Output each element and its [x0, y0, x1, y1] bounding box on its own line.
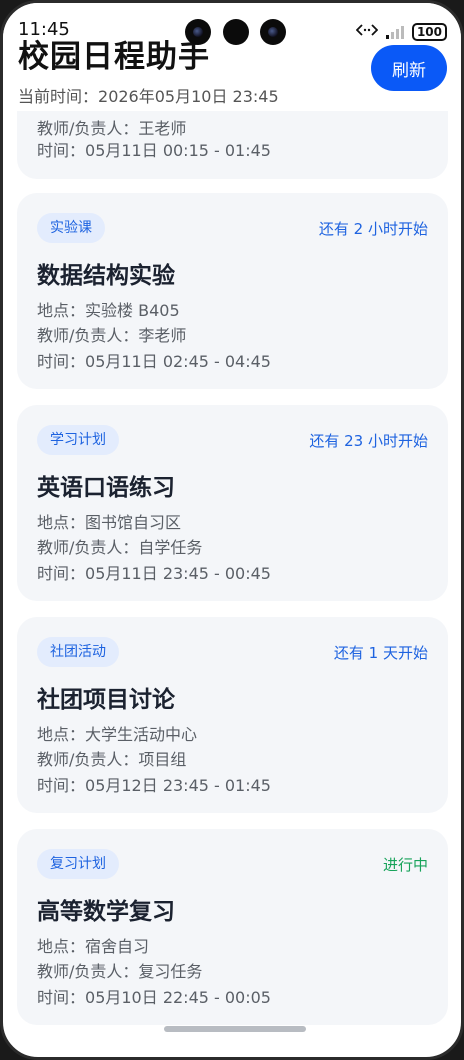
card-time: 时间：05月10日 22:45 - 00:05 [37, 984, 271, 1008]
location-value: 大学生活动中心 [85, 725, 198, 744]
category-tag: 复习计划 [37, 849, 119, 879]
teacher-label: 教师/负责人： [37, 538, 139, 557]
card-time: 时间：05月11日 02:45 - 04:45 [37, 348, 271, 372]
teacher-label: 教师/负责人： [37, 326, 139, 345]
time-label: 时间： [37, 564, 86, 583]
sensor-icon [223, 19, 249, 45]
time-value: 05月10日 22:45 - 00:05 [85, 988, 271, 1007]
signal-icon [385, 25, 404, 39]
category-tag: 实验课 [37, 213, 105, 243]
schedule-card[interactable]: 复习计划 进行中 高等数学复习 地点：宿舍自习 教师/负责人：复习任务 时间：0… [17, 829, 448, 1025]
event-title: 社团项目讨论 [37, 687, 175, 713]
card-teacher: 教师/负责人：项目组 [37, 746, 186, 770]
time-value: 05月11日 23:45 - 00:45 [85, 564, 271, 583]
teacher-value: 王老师 [138, 119, 187, 138]
card-location: 地点：大学生活动中心 [37, 721, 197, 745]
camera-icon [185, 19, 211, 45]
event-title: 英语口语练习 [37, 475, 175, 501]
schedule-card[interactable]: 学习计划 还有 23 小时开始 英语口语练习 地点：图书馆自习区 教师/负责人：… [17, 405, 448, 601]
card-time: 时间：05月11日 23:45 - 00:45 [37, 560, 271, 584]
teacher-label: 教师/负责人： [37, 119, 139, 138]
time-value: 05月11日 00:15 - 01:45 [85, 141, 271, 160]
status-text: 还有 1 天开始 [333, 644, 428, 662]
schedule-list[interactable]: 教师/负责人：王老师 时间：05月11日 00:15 - 01:45 实验课 还… [3, 3, 461, 1057]
card-teacher: 教师/负责人：自学任务 [37, 534, 202, 558]
time-label: 时间： [37, 352, 86, 371]
status-time: 11:45 [18, 19, 70, 40]
location-label: 地点： [37, 301, 86, 320]
time-label: 时间： [37, 988, 86, 1007]
current-time-value: 2026年05月10日 23:45 [98, 87, 279, 106]
time-label: 时间： [37, 776, 86, 795]
time-value: 05月12日 23:45 - 01:45 [85, 776, 271, 795]
location-value: 实验楼 B405 [85, 301, 180, 320]
card-teacher: 教师/负责人：李老师 [37, 322, 186, 346]
teacher-value: 自学任务 [138, 538, 203, 557]
data-transfer-icon [355, 23, 379, 41]
location-label: 地点： [37, 725, 86, 744]
time-label: 时间： [37, 141, 86, 160]
schedule-card[interactable]: 社团活动 还有 1 天开始 社团项目讨论 地点：大学生活动中心 教师/负责人：项… [17, 617, 448, 813]
teacher-value: 复习任务 [138, 962, 203, 981]
status-bar: 11:45 100 [3, 3, 461, 53]
phone-screen: 教师/负责人：王老师 时间：05月11日 00:15 - 01:45 实验课 还… [0, 0, 464, 1060]
event-title: 数据结构实验 [37, 263, 175, 289]
category-tag: 社团活动 [37, 637, 119, 667]
status-text: 还有 23 小时开始 [309, 432, 428, 450]
status-icons: 100 [355, 23, 447, 41]
teacher-label: 教师/负责人： [37, 962, 139, 981]
card-teacher: 教师/负责人：王老师 [37, 115, 186, 139]
card-location: 地点：宿舍自习 [37, 933, 149, 957]
location-label: 地点： [37, 937, 86, 956]
status-text: 还有 2 小时开始 [318, 220, 428, 238]
camera-icon [260, 19, 286, 45]
time-value: 05月11日 02:45 - 04:45 [85, 352, 271, 371]
home-indicator[interactable] [164, 1026, 306, 1032]
location-value: 宿舍自习 [85, 937, 150, 956]
current-time: 当前时间：2026年05月10日 23:45 [18, 83, 279, 107]
card-location: 地点：图书馆自习区 [37, 509, 181, 533]
card-time: 时间：05月11日 00:15 - 01:45 [37, 137, 271, 161]
location-value: 图书馆自习区 [85, 513, 182, 532]
card-teacher: 教师/负责人：复习任务 [37, 958, 202, 982]
teacher-value: 项目组 [138, 750, 187, 769]
battery-icon: 100 [411, 23, 447, 41]
status-text: 进行中 [382, 856, 428, 874]
card-location: 地点：实验楼 B405 [37, 297, 180, 321]
teacher-label: 教师/负责人： [37, 750, 139, 769]
location-label: 地点： [37, 513, 86, 532]
category-tag: 学习计划 [37, 425, 119, 455]
current-time-label: 当前时间： [18, 87, 99, 106]
schedule-card[interactable]: 实验课 还有 2 小时开始 数据结构实验 地点：实验楼 B405 教师/负责人：… [17, 193, 448, 389]
card-time: 时间：05月12日 23:45 - 01:45 [37, 772, 271, 796]
teacher-value: 李老师 [138, 326, 187, 345]
event-title: 高等数学复习 [37, 899, 175, 925]
